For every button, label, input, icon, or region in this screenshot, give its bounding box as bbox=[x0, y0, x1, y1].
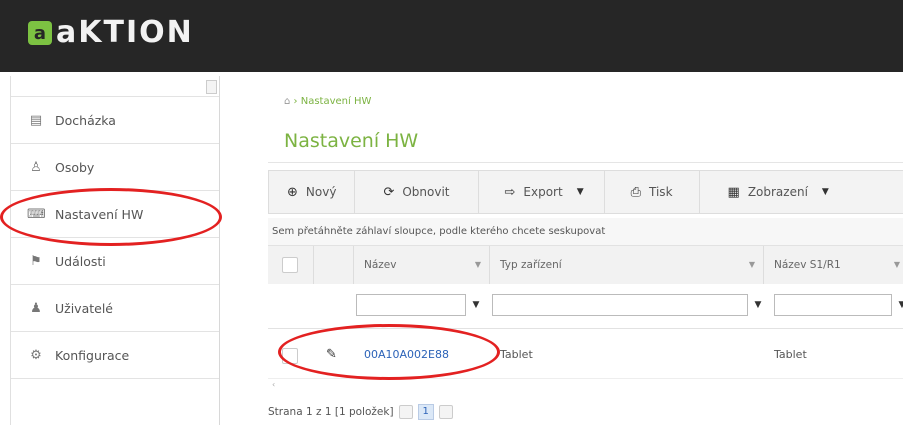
annotation-circle-device bbox=[278, 324, 500, 380]
select-all-checkbox[interactable] bbox=[282, 257, 298, 273]
print-button[interactable]: ⎙ Tisk bbox=[605, 171, 700, 213]
sidebar-item-label: Docházka bbox=[55, 112, 116, 128]
view-icon: ▦ bbox=[727, 184, 740, 200]
column-header-label: Název S1/R1 bbox=[774, 259, 841, 271]
title-divider bbox=[268, 162, 903, 163]
next-page-button[interactable] bbox=[438, 405, 453, 419]
filter-input-nazev[interactable] bbox=[356, 294, 466, 316]
filter-icon[interactable]: ▼ bbox=[894, 246, 900, 284]
logo-text: aKTION bbox=[56, 15, 194, 50]
refresh-button[interactable]: ⟳ Obnovit bbox=[355, 171, 479, 213]
filter-operator-button[interactable]: ▼ bbox=[468, 294, 484, 316]
filter-input-nazev-s1r1[interactable] bbox=[774, 294, 892, 316]
sidebar-item-osoby[interactable]: ♙ Osoby bbox=[11, 144, 219, 191]
chevron-down-icon: ▼ bbox=[821, 187, 829, 197]
sidebar-item-label: Osoby bbox=[55, 159, 95, 175]
breadcrumb-separator: › bbox=[293, 96, 298, 107]
filter-input-typ[interactable] bbox=[492, 294, 748, 316]
sidebar-item-label: Konfigurace bbox=[55, 347, 130, 363]
sidebar-item-konfigurace[interactable]: ⚙ Konfigurace bbox=[11, 332, 219, 379]
device-type-cell: Tablet bbox=[500, 348, 533, 361]
view-button-label: Zobrazení bbox=[747, 185, 808, 199]
grid-header: Název ▼ Typ zařízení ▼ Název S1/R1 ▼ bbox=[268, 246, 903, 285]
horizontal-scrollbar[interactable]: ‹ bbox=[268, 378, 903, 395]
previous-page-button[interactable] bbox=[398, 405, 413, 419]
annotation-circle-menu bbox=[0, 188, 222, 246]
print-button-label: Tisk bbox=[649, 185, 673, 199]
breadcrumb: ⌂ › Nastavení HW bbox=[284, 96, 371, 107]
events-icon: ⚑ bbox=[30, 253, 42, 269]
top-bar: a aKTION bbox=[0, 0, 903, 72]
calendar-icon: ▤ bbox=[29, 112, 43, 128]
plus-circle-icon: ⊕ bbox=[287, 184, 298, 200]
sidebar-item-uzivatele[interactable]: ♟ Uživatelé bbox=[11, 285, 219, 332]
new-button[interactable]: ⊕ Nový bbox=[269, 171, 356, 213]
column-header-nazev-s1r1[interactable]: Název S1/R1 ▼ bbox=[764, 246, 903, 284]
column-header-label: Typ zařízení bbox=[500, 259, 562, 271]
edit-column-header bbox=[314, 246, 354, 284]
aktion-logo[interactable]: a aKTION bbox=[28, 18, 194, 48]
view-button[interactable]: ▦ Zobrazení ▼ bbox=[700, 171, 851, 213]
chevron-down-icon: ▼ bbox=[576, 187, 584, 197]
sidebar-item-label: Události bbox=[55, 253, 106, 269]
export-button-label: Export bbox=[523, 185, 563, 199]
filter-operator-button[interactable]: ▼ bbox=[894, 294, 903, 316]
users-icon: ♟ bbox=[30, 300, 42, 316]
group-drop-area[interactable]: Sem přetáhněte záhlaví sloupce, podle kt… bbox=[268, 218, 903, 246]
breadcrumb-current[interactable]: Nastavení HW bbox=[301, 96, 372, 107]
toolbar: ⊕ Nový ⟳ Obnovit ⇨ Export ▼ ⎙ Tisk ▦ Zob… bbox=[268, 170, 903, 214]
refresh-button-label: Obnovit bbox=[402, 185, 450, 199]
column-header-typ-zarizeni[interactable]: Typ zařízení ▼ bbox=[490, 246, 764, 284]
device-s1r1-cell: Tablet bbox=[774, 348, 807, 361]
column-header-label: Název bbox=[364, 259, 397, 271]
refresh-icon: ⟳ bbox=[383, 184, 395, 200]
sidebar: ▤ Docházka ♙ Osoby ⌨ Nastavení HW ⚑ Udál… bbox=[10, 76, 220, 425]
filter-row: ▼ ▼ ▼ bbox=[268, 284, 903, 329]
sidebar-item-dochazka[interactable]: ▤ Docházka bbox=[11, 96, 219, 144]
scroll-left-icon[interactable]: ‹ bbox=[272, 380, 275, 389]
home-icon[interactable]: ⌂ bbox=[284, 96, 290, 107]
page-title: Nastavení HW bbox=[284, 130, 419, 152]
export-button[interactable]: ⇨ Export ▼ bbox=[479, 171, 605, 213]
select-all-header bbox=[268, 246, 314, 284]
gears-icon: ⚙ bbox=[30, 347, 42, 363]
column-header-nazev[interactable]: Název ▼ bbox=[354, 246, 490, 284]
logo-mark-icon: a bbox=[28, 21, 52, 45]
pager-info: Strana 1 z 1 [1 položek] bbox=[268, 406, 394, 418]
pager: Strana 1 z 1 [1 položek] 1 bbox=[268, 402, 453, 422]
filter-icon[interactable]: ▼ bbox=[749, 246, 755, 284]
sidebar-item-label: Uživatelé bbox=[55, 300, 113, 316]
new-button-label: Nový bbox=[305, 185, 337, 199]
export-icon: ⇨ bbox=[504, 184, 516, 200]
person-icon: ♙ bbox=[30, 159, 42, 175]
filter-icon[interactable]: ▼ bbox=[475, 246, 481, 284]
sidebar-scroll-handle[interactable] bbox=[206, 80, 217, 94]
page-number-button[interactable]: 1 bbox=[417, 404, 434, 420]
filter-operator-button[interactable]: ▼ bbox=[750, 294, 766, 316]
print-icon: ⎙ bbox=[630, 184, 642, 200]
